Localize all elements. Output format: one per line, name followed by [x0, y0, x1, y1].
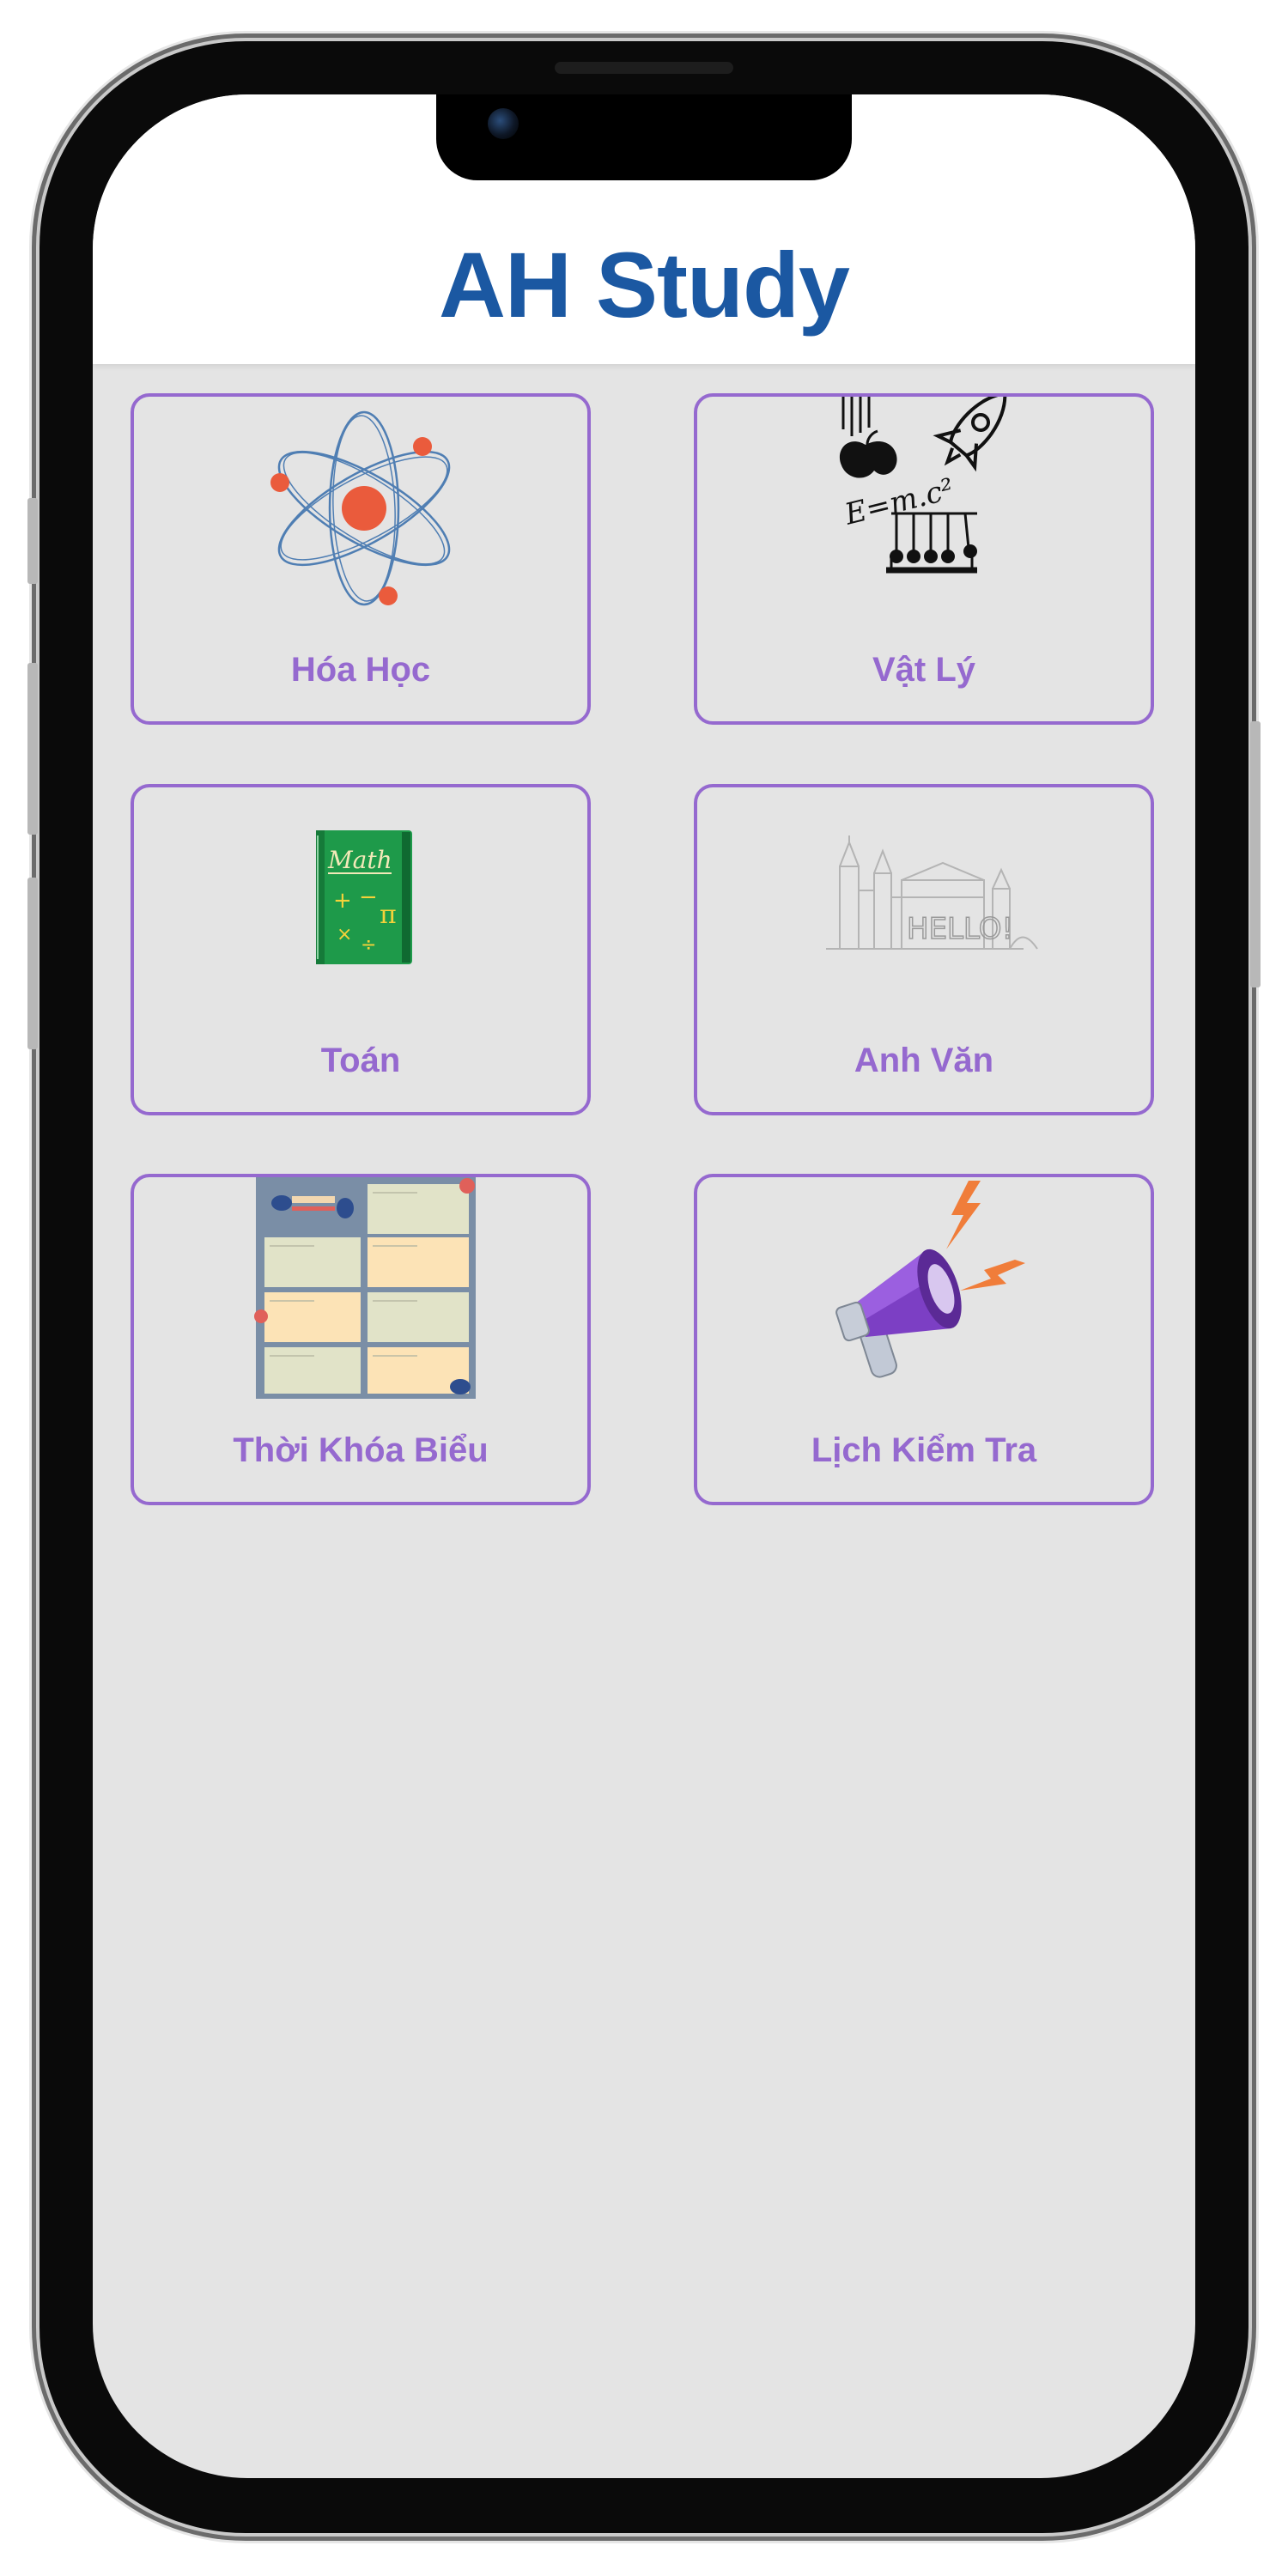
notch [436, 94, 852, 180]
silent-switch [27, 498, 38, 584]
front-camera [488, 108, 519, 139]
physics-icon: E=m.c² [839, 397, 1007, 574]
power-button [1250, 721, 1261, 987]
subject-label: Lịch Kiểm Tra [811, 1431, 1037, 1469]
subject-card-physics[interactable]: E=m.c² Vật Lý [694, 393, 1154, 725]
svg-text:+: + [333, 888, 352, 914]
subject-label: Thời Khóa Biểu [233, 1431, 489, 1469]
app-screen: AH Study Hóa Học E=m.c² Vật Lý Math + − … [93, 94, 1195, 2478]
english-hello-icon: HELLO! [826, 835, 1038, 950]
subject-card-exam-schedule[interactable]: Lịch Kiểm Tra [694, 1174, 1154, 1505]
atom-icon [270, 410, 451, 606]
svg-text:HELLO!: HELLO! [907, 912, 1013, 946]
app-title: AH Study [439, 233, 850, 337]
subject-card-math[interactable]: Math + − π × ÷ Toán [131, 784, 591, 1115]
svg-text:×: × [337, 924, 352, 945]
svg-text:÷: ÷ [361, 934, 376, 956]
svg-text:Math: Math [327, 846, 392, 874]
subject-label: Anh Văn [854, 1042, 994, 1079]
svg-text:π: π [380, 900, 397, 930]
volume-down-button [27, 878, 38, 1049]
volume-up-button [27, 663, 38, 835]
subject-label: Hóa Học [290, 651, 431, 689]
earpiece-speaker [555, 62, 733, 74]
subject-card-english[interactable]: HELLO! Anh Văn [694, 784, 1154, 1115]
subject-label: Toán [320, 1042, 401, 1079]
weekly-timetable-icon [254, 1177, 476, 1399]
svg-text:−: − [359, 884, 378, 910]
subject-card-timetable[interactable]: Thời Khóa Biểu [131, 1174, 591, 1505]
megaphone-icon [835, 1181, 1025, 1378]
subject-label: Vật Lý [872, 651, 976, 689]
math-book-icon: Math + − π × ÷ [316, 830, 412, 964]
svg-text:E=m.c²: E=m.c² [841, 472, 957, 532]
subject-card-chemistry[interactable]: Hóa Học [131, 393, 591, 725]
